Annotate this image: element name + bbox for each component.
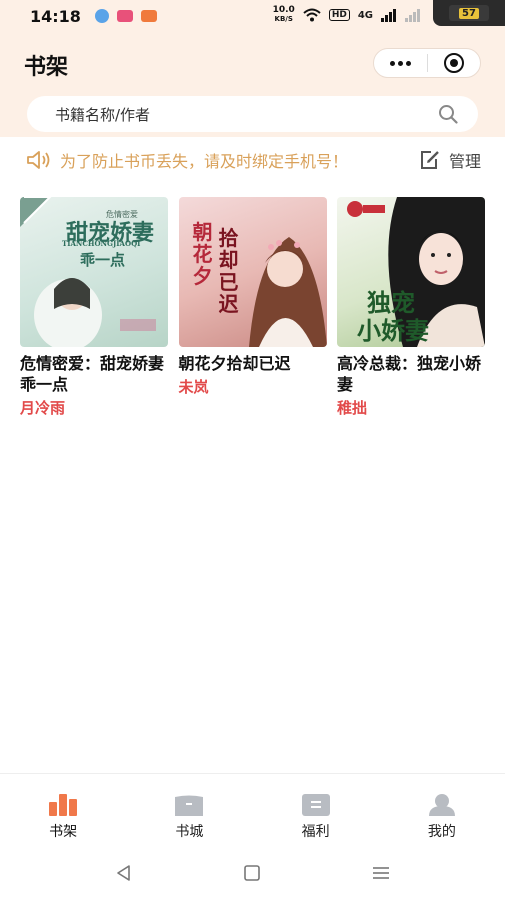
book-title[interactable]: 朝花夕拾却已迟 [179, 353, 327, 374]
hd-badge: HD [328, 9, 350, 21]
cover-subtitle: 乖一点 [80, 251, 126, 269]
search-input[interactable]: 书籍名称/作者 [27, 96, 478, 132]
close-mini-program-button[interactable] [428, 49, 481, 77]
book-item[interactable]: 独宠 小娇妻 高冷总裁：独宠小娇妻 稚拙 [337, 197, 485, 418]
network-type: 4G [357, 9, 373, 21]
search-placeholder: 书籍名称/作者 [55, 105, 151, 124]
page-title: 书架 [24, 55, 69, 80]
status-bar: 14:18 [0, 0, 505, 32]
status-time: 14:18 [30, 6, 81, 26]
recents-menu-icon[interactable] [372, 864, 390, 882]
tab-mine[interactable]: 我的 [379, 774, 505, 845]
book-item[interactable]: 危情密爱 甜宠娇妻 TIANCHONGJIAOQI 乖一点 危情密爱：甜宠娇妻乖… [20, 197, 168, 418]
bottom-tab-bar: 书架 书城 福利 我的 [0, 773, 505, 845]
net-speed-value: 10.0 [272, 5, 295, 15]
signal-icon-2 [405, 8, 420, 22]
notification-app-icon-1 [94, 9, 109, 23]
tab-label: 书城 [175, 824, 204, 840]
net-speed: 10.0 KB/S [273, 6, 295, 24]
notice-text: 为了防止书币丢失，请及时绑定手机号！ [60, 152, 349, 171]
system-nav-bar [0, 846, 505, 899]
edit-icon [420, 151, 439, 169]
tab-label: 我的 [427, 824, 456, 840]
bookshelf-grid: 危情密爱 甜宠娇妻 TIANCHONGJIAOQI 乖一点 危情密爱：甜宠娇妻乖… [20, 197, 485, 418]
status-battery-area: 57 [433, 0, 505, 26]
book-item[interactable]: 朝花夕 拾却已迟 朝花夕拾却已迟 未岚 [178, 197, 327, 418]
status-notification-icons [94, 9, 157, 23]
cover-subtitle: 小娇妻 [357, 316, 429, 345]
notification-app-icon-2 [116, 10, 133, 22]
cover-title: 朝花夕 [192, 220, 213, 288]
welfare-icon [301, 794, 330, 816]
search-icon [439, 105, 458, 124]
net-speed-unit: KB/S [274, 15, 293, 23]
book-author: 未岚 [178, 378, 209, 396]
signal-icon [381, 8, 396, 22]
close-circle-icon [443, 53, 464, 73]
back-icon[interactable] [115, 864, 133, 882]
battery-level: 57 [459, 7, 479, 19]
notification-app-icon-3 [140, 10, 157, 22]
tab-welfare[interactable]: 福利 [253, 774, 379, 845]
notice-bar: 为了防止书币丢失，请及时绑定手机号！ 管理 [26, 146, 481, 174]
book-cover[interactable]: 危情密爱 甜宠娇妻 TIANCHONGJIAOQI 乖一点 [20, 197, 168, 347]
bookshelf-icon [49, 794, 78, 816]
book-cover[interactable]: 朝花夕 拾却已迟 [178, 197, 327, 347]
cover-subtitle: 拾却已迟 [218, 226, 239, 316]
book-title[interactable]: 高冷总裁：独宠小娇妻 [337, 353, 485, 395]
status-right: 10.0 KB/S HD 4G [273, 6, 421, 24]
home-icon[interactable] [243, 864, 261, 882]
manage-button[interactable]: 管理 [419, 148, 481, 172]
manage-label: 管理 [448, 152, 481, 171]
profile-icon [428, 794, 455, 816]
tab-label: 福利 [301, 824, 330, 840]
cover-pinyin: TIANCHONGJIAOQI [62, 239, 141, 248]
bookstore-icon [175, 795, 204, 816]
speaker-icon [27, 151, 50, 169]
wifi-icon [303, 8, 321, 22]
book-author: 月冷雨 [20, 399, 66, 417]
tab-label: 书架 [49, 824, 78, 840]
tab-bookshelf[interactable]: 书架 [0, 774, 126, 845]
more-button[interactable] [374, 49, 427, 77]
battery-icon: 57 [449, 5, 489, 21]
book-title[interactable]: 危情密爱：甜宠娇妻乖一点 [20, 353, 168, 395]
tab-bookstore[interactable]: 书城 [126, 774, 252, 845]
mini-program-capsule [373, 48, 481, 78]
more-dots-icon [389, 60, 411, 66]
book-author: 稚拙 [337, 399, 368, 417]
book-cover[interactable]: 独宠 小娇妻 [337, 197, 485, 347]
